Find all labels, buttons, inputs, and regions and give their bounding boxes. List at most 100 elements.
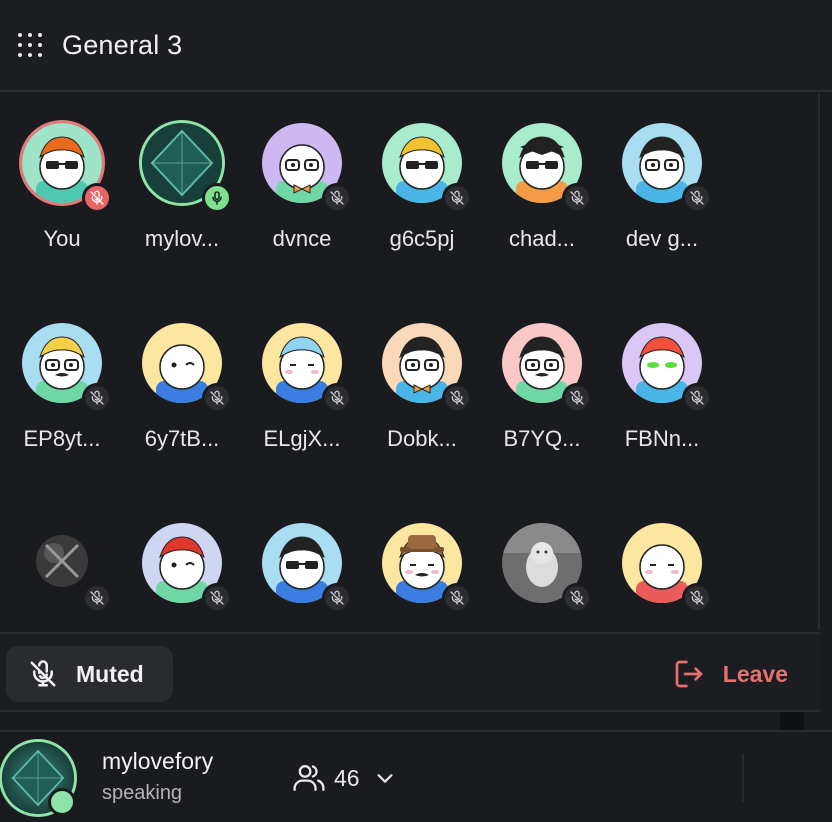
mic-muted-badge <box>562 383 592 413</box>
voice-controls: Muted Leave <box>0 632 820 712</box>
microphone-off-icon <box>690 390 704 405</box>
participant-avatar-wrap <box>18 519 112 613</box>
participant-avatar-wrap <box>498 519 592 613</box>
microphone-off-icon <box>90 590 104 605</box>
participant-avatar-wrap <box>258 319 352 413</box>
participant-tile[interactable]: dev g... <box>600 94 720 264</box>
participant-tile[interactable]: dvnce <box>240 94 360 264</box>
speaker-status: speaking <box>102 782 183 804</box>
participant-avatar-wrap <box>618 119 712 213</box>
participant-avatar-wrap <box>138 319 232 413</box>
participant-avatar-wrap <box>18 119 112 213</box>
participant-avatar-wrap <box>258 519 352 613</box>
mic-muted-badge <box>682 383 712 413</box>
speaking-indicator <box>48 788 76 816</box>
participant-avatar-wrap <box>378 519 472 613</box>
chevron-down-icon <box>377 774 393 783</box>
participant-tile[interactable]: You <box>0 94 120 264</box>
microphone-off-icon <box>210 590 224 605</box>
participant-tile[interactable]: B7YQ... <box>480 294 600 464</box>
channel-title: General 3 <box>62 29 183 60</box>
speaker-name: mylovefory <box>102 748 214 774</box>
participant-name: dvnce <box>272 226 332 251</box>
scrollbar-gutter <box>780 712 804 730</box>
participant-tile[interactable]: 6y7tB... <box>120 294 240 464</box>
channel-header: General 3 <box>0 0 832 92</box>
microphone-off-icon <box>570 390 584 405</box>
participant-tile[interactable]: ELgjX... <box>240 294 360 464</box>
microphone-off-icon <box>90 190 104 205</box>
mic-muted-badge <box>82 183 112 213</box>
mic-muted-badge <box>442 583 472 613</box>
participant-name: EP8yt... <box>23 426 101 451</box>
participant-avatar-wrap <box>138 519 232 613</box>
participant-tile[interactable]: g6c5pj <box>360 94 480 264</box>
participant-count-button[interactable]: 46 <box>292 762 396 794</box>
mute-toggle-label: Muted <box>76 660 144 687</box>
voice-channel-panel: General 3 You mylov... dvnce g6c5pj chad... d… <box>0 0 832 822</box>
mic-muted-badge <box>562 583 592 613</box>
participant-avatar-wrap <box>378 119 472 213</box>
participant-grid: You mylov... dvnce g6c5pj chad... dev g... EP8… <box>0 94 820 630</box>
mic-on-badge <box>202 183 232 213</box>
participant-avatar-wrap <box>498 119 592 213</box>
mic-muted-badge <box>202 583 232 613</box>
microphone-off-icon <box>330 190 344 205</box>
mic-muted-badge <box>562 183 592 213</box>
participant-tile[interactable]: chad... <box>480 94 600 264</box>
microphone-off-icon <box>690 190 704 205</box>
participant-count: 46 <box>334 764 360 791</box>
microphone-off-icon <box>570 590 584 605</box>
participant-name: ELgjX... <box>263 426 341 451</box>
microphone-off-icon <box>330 590 344 605</box>
mic-muted-badge <box>82 383 112 413</box>
footer-divider <box>742 754 744 802</box>
mic-muted-badge <box>82 583 112 613</box>
microphone-off-icon <box>30 660 56 687</box>
mic-muted-badge <box>202 383 232 413</box>
microphone-off-icon <box>90 390 104 405</box>
microphone-off-icon <box>450 390 464 405</box>
participant-avatar-wrap <box>498 319 592 413</box>
participant-tile[interactable]: mylov... <box>120 94 240 264</box>
participant-avatar-wrap <box>618 319 712 413</box>
microphone-off-icon <box>330 390 344 405</box>
grid-menu-icon[interactable] <box>18 33 42 57</box>
mic-muted-badge <box>682 183 712 213</box>
mute-toggle-button[interactable]: Muted <box>6 646 173 702</box>
leave-icon <box>675 660 703 688</box>
participant-tile[interactable]: FBNn... <box>600 294 720 464</box>
microphone-off-icon <box>450 590 464 605</box>
microphone-off-icon <box>210 390 224 405</box>
people-icon <box>293 765 325 791</box>
participant-name: mylov... <box>144 226 220 251</box>
leave-button[interactable]: Leave <box>673 646 788 702</box>
participant-avatar-wrap <box>138 119 232 213</box>
participant-name: dev g... <box>625 226 699 251</box>
participant-avatar-wrap <box>378 319 472 413</box>
mic-muted-badge <box>682 583 712 613</box>
participant-avatar-wrap <box>18 319 112 413</box>
participant-name: g6c5pj <box>389 226 455 251</box>
participant-name: You <box>43 226 81 251</box>
participant-name: B7YQ... <box>503 426 581 451</box>
microphone-off-icon <box>570 190 584 205</box>
microphone-icon <box>212 191 222 205</box>
participant-name: Dobk... <box>387 426 457 451</box>
microphone-off-icon <box>450 190 464 205</box>
current-speaker-bar: mylovefory speaking 46 <box>0 730 832 822</box>
participant-tile[interactable]: EP8yt... <box>0 294 120 464</box>
participant-name: 6y7tB... <box>144 426 220 451</box>
participant-avatar-wrap <box>258 119 352 213</box>
mic-muted-badge <box>442 183 472 213</box>
leave-label: Leave <box>722 660 788 687</box>
mic-muted-badge <box>322 183 352 213</box>
participant-name: chad... <box>508 226 576 251</box>
mic-muted-badge <box>322 383 352 413</box>
mic-muted-badge <box>322 583 352 613</box>
microphone-off-icon <box>690 590 704 605</box>
participant-tile[interactable]: Dobk... <box>360 294 480 464</box>
participant-avatar-wrap <box>618 519 712 613</box>
mic-muted-badge <box>442 383 472 413</box>
participant-name: FBNn... <box>624 426 700 451</box>
